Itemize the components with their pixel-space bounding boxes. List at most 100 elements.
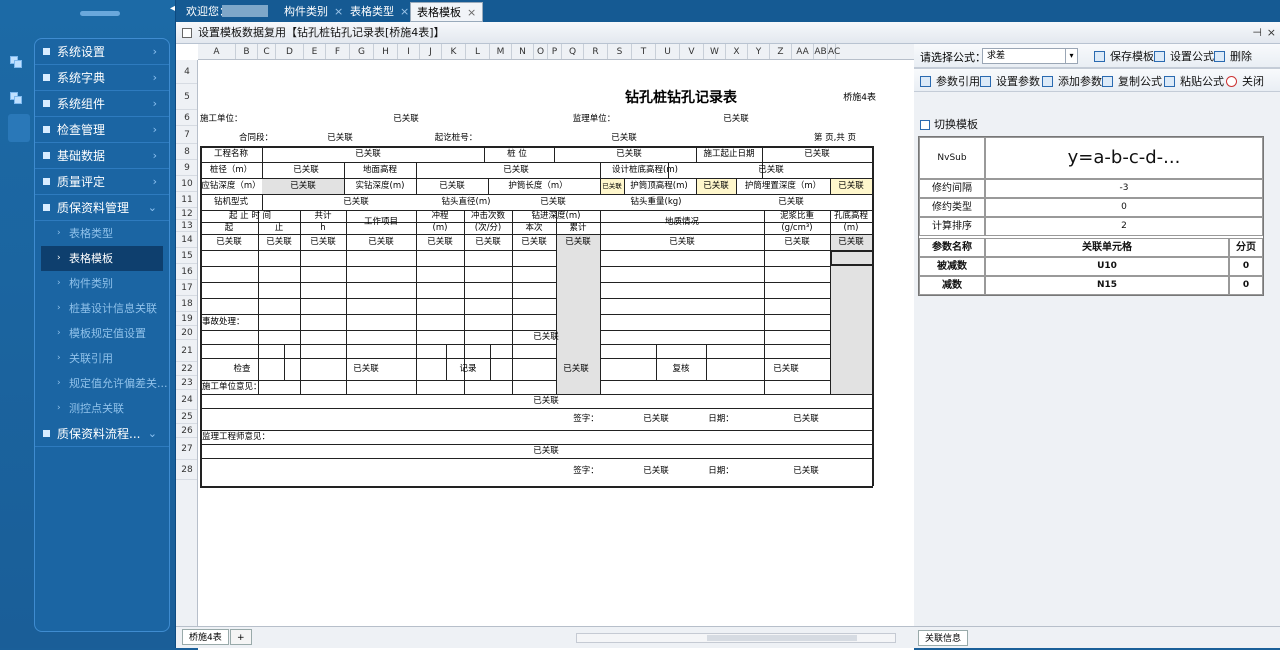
sheet-cell[interactable]: 复核 bbox=[656, 358, 706, 380]
row-header-cell[interactable]: 18 bbox=[176, 296, 197, 312]
sheet-cell[interactable]: 起讫桩号： bbox=[426, 130, 486, 146]
add-sheet-button[interactable]: + bbox=[230, 629, 252, 645]
sheet-cell[interactable]: 已关联 bbox=[300, 234, 346, 250]
row-header-cell[interactable]: 12 bbox=[176, 208, 197, 220]
sheet-cell[interactable]: 施工单位： bbox=[200, 112, 260, 126]
sheet-cell[interactable]: 已关联 bbox=[516, 394, 576, 408]
close-icon[interactable]: × bbox=[1267, 22, 1276, 44]
column-header-cell[interactable]: AA bbox=[792, 44, 814, 59]
menu-inspection-management[interactable]: 检查管理 › bbox=[35, 117, 169, 143]
row-header-cell[interactable]: 21 bbox=[176, 340, 197, 362]
sheet-cell[interactable]: 检查 bbox=[200, 358, 284, 380]
sheet-cell[interactable]: 钻进深度(m) bbox=[512, 210, 600, 222]
chevron-down-icon[interactable]: ▾ bbox=[1065, 49, 1077, 63]
row-header-cell[interactable]: 20 bbox=[176, 326, 197, 340]
sheet-cell[interactable]: 签字： bbox=[556, 408, 616, 430]
save-template-button[interactable]: 保存模板 bbox=[1094, 49, 1154, 65]
column-header-cell[interactable]: Y bbox=[748, 44, 770, 59]
column-header-cell[interactable]: L bbox=[466, 44, 490, 59]
sheet-cell[interactable]: 已关联 bbox=[536, 358, 616, 380]
column-header-cell[interactable]: W bbox=[704, 44, 726, 59]
sheet-cell[interactable]: 已关联 bbox=[346, 234, 416, 250]
column-header-cell[interactable]: I bbox=[398, 44, 420, 59]
sheet-cell[interactable]: 钻孔桩钻孔记录表 bbox=[556, 86, 806, 110]
row-header-cell[interactable]: 14 bbox=[176, 232, 197, 248]
prop-value[interactable]: 2 bbox=[985, 217, 1263, 236]
row-header-cell[interactable]: 7 bbox=[176, 126, 197, 144]
sheet-cell[interactable]: 共计 bbox=[300, 210, 346, 222]
row-header-cell[interactable]: 28 bbox=[176, 460, 197, 480]
column-header-cell[interactable]: Z bbox=[770, 44, 792, 59]
sheet-cell[interactable]: 已关联 bbox=[594, 130, 654, 146]
sheet-cell[interactable]: 已关联 bbox=[626, 458, 686, 484]
column-header-cell[interactable]: H bbox=[374, 44, 398, 59]
sheet-cell[interactable]: 已关联 bbox=[416, 178, 488, 194]
sheet-cell[interactable]: 泥浆比重 bbox=[764, 210, 830, 222]
column-header-cell[interactable]: C bbox=[258, 44, 276, 59]
sheet-cell[interactable]: h bbox=[300, 222, 346, 234]
sheet-cell[interactable]: 记录 bbox=[446, 358, 490, 380]
close-icon[interactable]: × bbox=[400, 5, 409, 18]
column-header-cell[interactable]: M bbox=[490, 44, 512, 59]
sheet-cell[interactable]: 应钻深度（m） bbox=[200, 178, 262, 194]
sheet-cell[interactable]: 已关联 bbox=[764, 234, 830, 250]
window-icon[interactable] bbox=[10, 56, 24, 70]
horizontal-scrollbar[interactable] bbox=[576, 633, 896, 643]
row-header-cell[interactable]: 4 bbox=[176, 60, 197, 84]
tab-table-templates[interactable]: 表格模板 × bbox=[410, 2, 484, 22]
sheet-cell[interactable]: 已关联 bbox=[600, 178, 624, 194]
close-icon[interactable]: × bbox=[467, 6, 476, 19]
param-name[interactable]: 被减数 bbox=[919, 257, 985, 276]
sheet-cell[interactable]: 已关联 bbox=[600, 234, 764, 250]
sheet-cell[interactable]: 日期： bbox=[696, 408, 746, 430]
sheet-cell[interactable]: 已关联 bbox=[762, 146, 872, 162]
sheet-cell[interactable]: 桥施4表 bbox=[816, 90, 876, 106]
sheet-cell[interactable]: 已关联 bbox=[830, 178, 872, 194]
sheet-cell[interactable]: 钻头重量(kg) bbox=[616, 194, 696, 210]
submenu-table-templates[interactable]: › 表格模板 bbox=[41, 246, 163, 271]
sheet-cell[interactable]: 已关联 bbox=[518, 194, 588, 210]
sheet-cell[interactable]: 护筒顶高程(m) bbox=[624, 178, 694, 194]
sheet-cell[interactable]: 施工起止日期 bbox=[696, 146, 762, 162]
sheet-cell[interactable]: 已关联 bbox=[326, 358, 406, 380]
add-param-button[interactable]: 添加参数 bbox=[1042, 74, 1102, 90]
window-icon[interactable] bbox=[10, 92, 24, 106]
sheet-cell[interactable]: 已关联 bbox=[200, 234, 258, 250]
sheet-cell[interactable]: 本次 bbox=[512, 222, 556, 234]
sheet-cell[interactable]: (g/cm³) bbox=[764, 222, 830, 234]
sheet-cell[interactable]: 已关联 bbox=[696, 178, 736, 194]
sheet-cell[interactable]: 桩径（m） bbox=[200, 162, 262, 178]
column-header-cell[interactable]: E bbox=[304, 44, 326, 59]
submenu-tolerance-link[interactable]: › 规定值允许偏差关... bbox=[35, 371, 169, 396]
column-header-cell[interactable]: S bbox=[608, 44, 632, 59]
column-header-cell[interactable]: N bbox=[512, 44, 534, 59]
sheet-cell[interactable]: 已关联 bbox=[512, 234, 556, 250]
formula-select[interactable]: 求差 ▾ bbox=[982, 48, 1078, 64]
column-header-cell[interactable]: D bbox=[276, 44, 304, 59]
sheet-cell[interactable]: 已关联 bbox=[776, 458, 836, 484]
sheet-cell[interactable]: (m) bbox=[830, 222, 872, 234]
sheet-cell[interactable]: 已关联 bbox=[756, 194, 826, 210]
column-header-cell[interactable]: R bbox=[584, 44, 608, 59]
tab-component-categories[interactable]: 构件类别 × bbox=[278, 2, 349, 22]
column-header-cell[interactable]: B bbox=[236, 44, 258, 59]
param-cell[interactable]: N15 bbox=[985, 276, 1229, 295]
submenu-link-reference[interactable]: › 关联引用 bbox=[35, 346, 169, 371]
sheet-cell[interactable]: 已关联 bbox=[830, 234, 872, 250]
column-header-cell[interactable]: U bbox=[656, 44, 680, 59]
param-reference-button[interactable]: 参数引用 bbox=[920, 74, 980, 90]
sheet-cell[interactable]: 工程名称 bbox=[200, 146, 262, 162]
set-param-button[interactable]: 设置参数 bbox=[980, 74, 1040, 90]
row-header-cell[interactable]: 27 bbox=[176, 438, 197, 460]
row-header-cell[interactable]: 22 bbox=[176, 362, 197, 376]
paste-formula-button[interactable]: 粘贴公式 bbox=[1164, 74, 1224, 90]
sheet-cell[interactable]: 施工单位意见： bbox=[202, 380, 302, 394]
row-header-cell[interactable]: 10 bbox=[176, 176, 197, 192]
menu-base-data[interactable]: 基础数据 › bbox=[35, 143, 169, 169]
row-header-cell[interactable]: 16 bbox=[176, 264, 197, 280]
sheet-cell[interactable]: 已关联 bbox=[326, 194, 386, 210]
sheet-cell[interactable]: 已关联 bbox=[516, 330, 576, 344]
param-page[interactable]: 0 bbox=[1229, 276, 1263, 295]
column-header-cell[interactable]: F bbox=[326, 44, 350, 59]
sheet-cell[interactable]: 已关联 bbox=[268, 178, 338, 194]
